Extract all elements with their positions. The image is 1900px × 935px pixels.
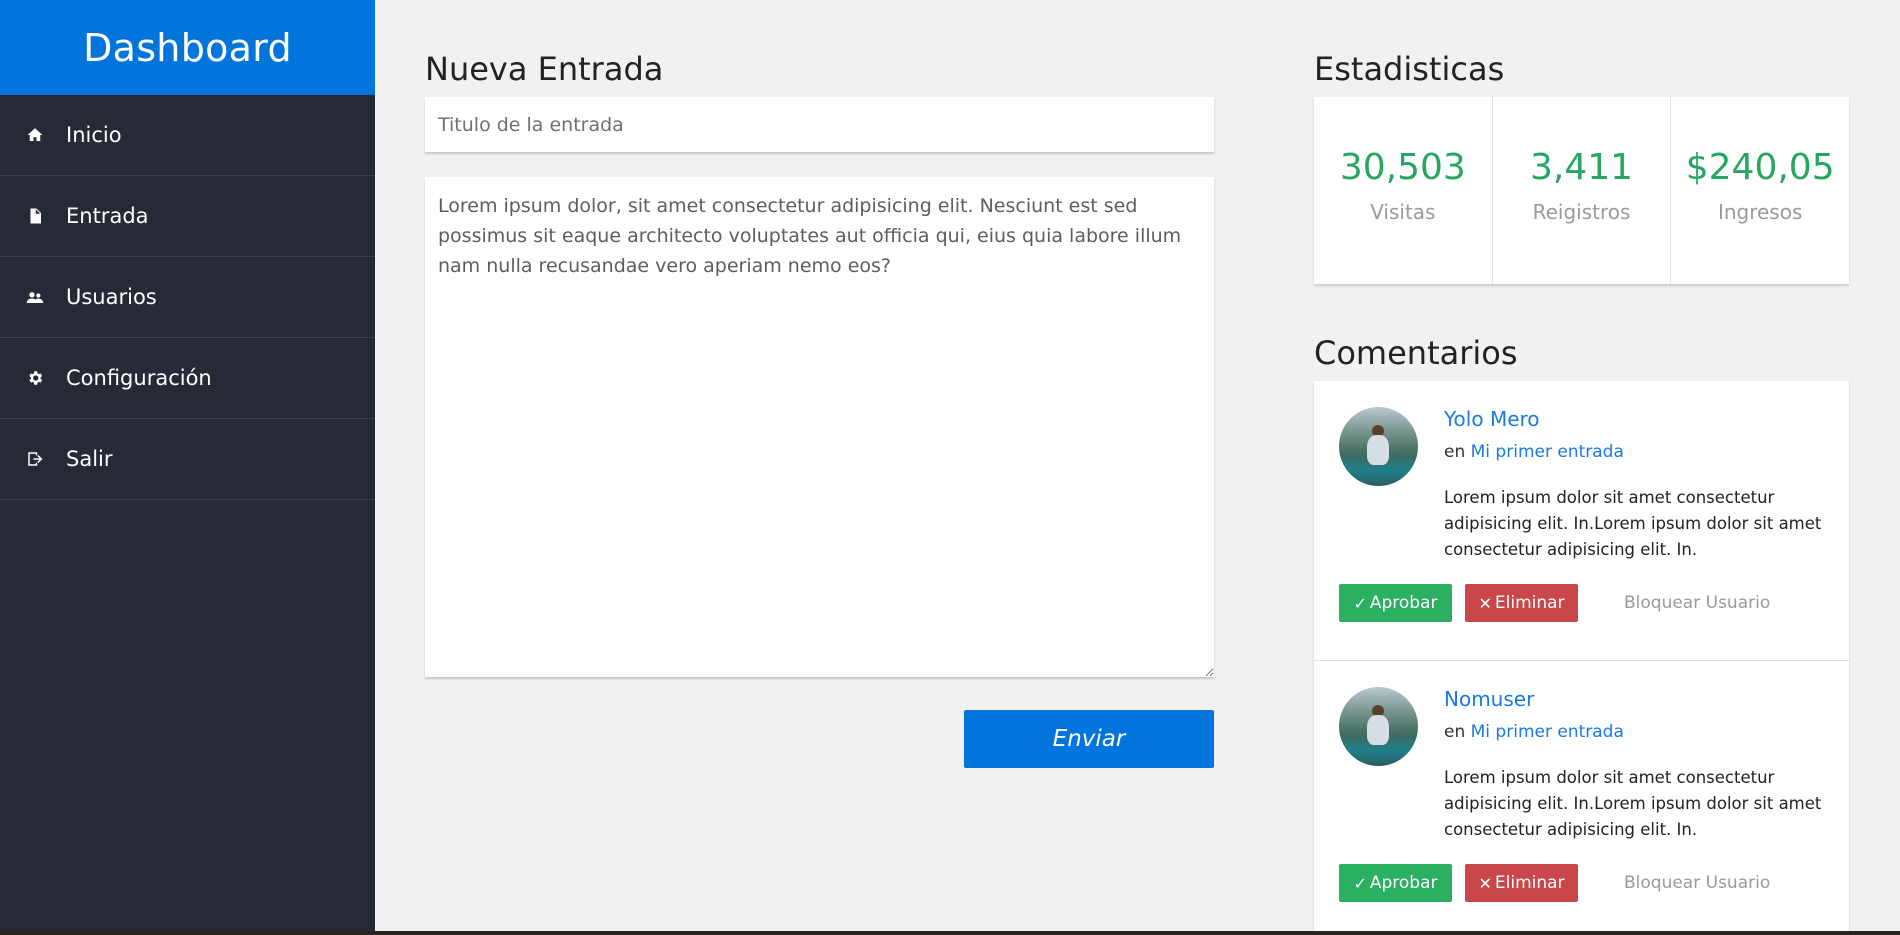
comment-item: Yolo Mero en Mi primer entrada Lorem ips… [1314, 381, 1849, 661]
comment-post-link[interactable]: Mi primer entrada [1471, 722, 1624, 742]
comment-text: Lorem ipsum dolor sit amet consectetur a… [1444, 488, 1822, 559]
sidebar-item-usuarios[interactable]: Usuarios [0, 257, 375, 338]
sidebar-item-label: Salir [66, 447, 113, 471]
comment-meta-prefix: en [1444, 722, 1466, 742]
delete-label: Eliminar [1494, 873, 1565, 893]
brand-title[interactable]: Dashboard [0, 0, 375, 95]
stat-value: $240,05 [1685, 147, 1835, 188]
sidebar-item-label: Entrada [66, 204, 149, 228]
comment-meta: en Mi primer entrada [1444, 442, 1624, 462]
block-user-button[interactable]: Bloquear Usuario [1624, 864, 1770, 902]
approve-button[interactable]: ✓ Aprobar [1339, 864, 1452, 902]
stat-value: 30,503 [1339, 147, 1466, 188]
close-icon: ✕ [1478, 873, 1492, 893]
delete-button[interactable]: ✕ Eliminar [1465, 584, 1578, 622]
sidebar-item-label: Inicio [66, 123, 122, 147]
delete-button[interactable]: ✕ Eliminar [1465, 864, 1578, 902]
avatar [1339, 687, 1418, 766]
block-user-button[interactable]: Bloquear Usuario [1624, 584, 1770, 622]
delete-label: Eliminar [1494, 593, 1565, 613]
comment-text: Lorem ipsum dolor sit amet consectetur a… [1444, 768, 1822, 839]
bottom-strip [0, 931, 1900, 935]
stats-panel: 30,503 Visitas 3,411 Reigistros $240,05 … [1314, 97, 1849, 284]
comments-title: Comentarios [1314, 334, 1518, 372]
stats-title: Estadisticas [1314, 50, 1505, 88]
sidebar-item-label: Usuarios [66, 285, 157, 309]
comment-author-link[interactable]: Nomuser [1444, 687, 1534, 711]
sidebar-item-inicio[interactable]: Inicio [0, 95, 375, 176]
sidebar-item-salir[interactable]: Salir [0, 419, 375, 500]
sidebar-item-entrada[interactable]: Entrada [0, 176, 375, 257]
stat-value: 3,411 [1529, 147, 1634, 188]
title-input[interactable] [425, 97, 1214, 152]
stat-label: Reigistros [1532, 200, 1631, 224]
check-icon: ✓ [1353, 593, 1367, 613]
stat-ingresos: $240,05 Ingresos [1671, 97, 1849, 284]
sidebar: Dashboard Inicio Entrada Usuarios Config… [0, 0, 375, 935]
comment-meta: en Mi primer entrada [1444, 722, 1624, 742]
logout-icon [26, 450, 44, 468]
comment-author-link[interactable]: Yolo Mero [1444, 407, 1540, 431]
sidebar-item-configuracion[interactable]: Configuración [0, 338, 375, 419]
content-textarea[interactable]: Lorem ipsum dolor, sit amet consectetur … [425, 177, 1214, 677]
comments-panel: Yolo Mero en Mi primer entrada Lorem ips… [1314, 381, 1849, 935]
check-icon: ✓ [1353, 873, 1367, 893]
stat-registros: 3,411 Reigistros [1493, 97, 1672, 284]
approve-label: Aprobar [1369, 873, 1438, 893]
approve-button[interactable]: ✓ Aprobar [1339, 584, 1452, 622]
users-icon [26, 288, 44, 306]
submit-button[interactable]: Enviar [964, 710, 1214, 768]
approve-label: Aprobar [1369, 593, 1438, 613]
document-icon [26, 207, 44, 225]
sidebar-item-label: Configuración [66, 366, 212, 390]
close-icon: ✕ [1478, 593, 1492, 613]
comment-item: Nomuser en Mi primer entrada Lorem ipsum… [1314, 661, 1849, 935]
gear-icon [26, 369, 44, 387]
home-icon [26, 126, 44, 144]
avatar [1339, 407, 1418, 486]
stat-visitas: 30,503 Visitas [1314, 97, 1493, 284]
stat-label: Ingresos [1717, 200, 1803, 224]
editor-title: Nueva Entrada [425, 50, 664, 88]
stat-label: Visitas [1370, 200, 1436, 224]
comment-meta-prefix: en [1444, 442, 1466, 462]
comment-post-link[interactable]: Mi primer entrada [1471, 442, 1624, 462]
